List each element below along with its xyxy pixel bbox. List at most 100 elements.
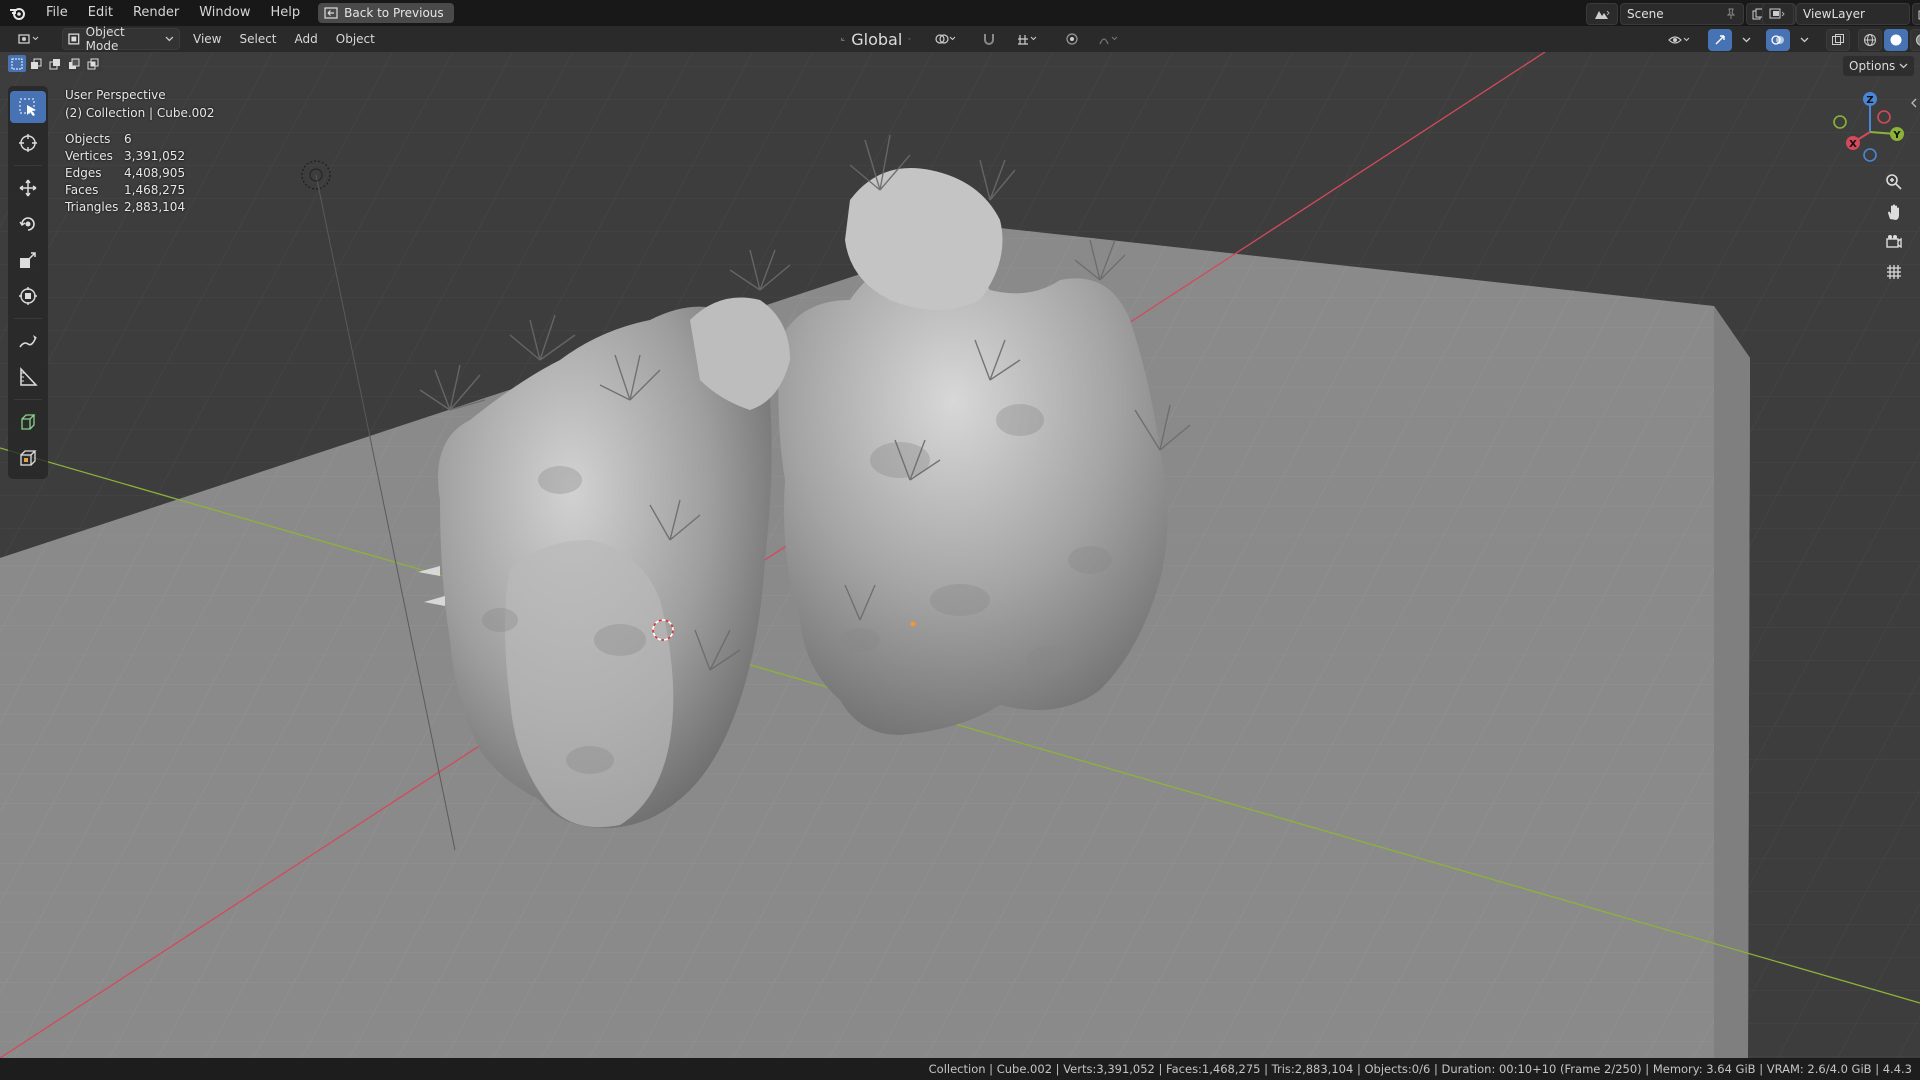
select-extend-icon [31, 58, 42, 69]
pan-button[interactable] [1880, 200, 1908, 224]
menu-render[interactable]: Render [123, 0, 189, 26]
chevron-down-icon [1800, 37, 1808, 43]
menu-file[interactable]: File [36, 0, 78, 26]
select-subtract-button[interactable] [46, 55, 64, 72]
visibility-dropdown[interactable] [1660, 30, 1700, 50]
zoom-button[interactable] [1880, 170, 1908, 194]
view-navigation-buttons [1880, 170, 1908, 284]
back-label: Back to Previous [344, 6, 444, 20]
gizmo-icon [1715, 35, 1725, 45]
shading-material-button[interactable] [1910, 29, 1920, 51]
menu-view[interactable]: View [184, 32, 230, 46]
collection-label: (2) Collection | Cube.002 [65, 106, 215, 120]
scene-name-field[interactable]: Scene [1620, 3, 1744, 25]
new-viewlayer-button[interactable] [1912, 3, 1920, 25]
menu-edit[interactable]: Edit [78, 0, 123, 26]
tool-shelf [8, 86, 48, 479]
scene-name: Scene [1627, 7, 1664, 21]
ortho-toggle-button[interactable] [1880, 260, 1908, 284]
select-new-icon [11, 58, 23, 69]
stat-value: 1,468,275 [124, 183, 186, 197]
sidebar-toggle[interactable] [1910, 93, 1918, 112]
snap-icon [984, 34, 994, 45]
cursor-icon [19, 134, 37, 152]
add-object-tool[interactable] [10, 442, 46, 474]
proportional-edit-toggle[interactable] [1056, 29, 1088, 49]
rotate-tool[interactable] [10, 208, 46, 240]
gizmo-dropdown[interactable] [1734, 30, 1758, 50]
scene-browse-button[interactable] [1586, 3, 1618, 25]
3d-viewport[interactable] [0, 52, 1920, 1058]
overlay-dropdown[interactable] [1792, 30, 1816, 50]
shading-solid-icon [1890, 34, 1902, 46]
proportional-falloff-dropdown[interactable] [1090, 29, 1128, 49]
measure-tool[interactable] [10, 361, 46, 393]
viewlayer-name-field[interactable]: ViewLayer [1796, 3, 1910, 25]
viewport-scene [0, 52, 1920, 1058]
select-extend-button[interactable] [27, 55, 45, 72]
hand-icon [1888, 204, 1899, 220]
transform-icon [19, 287, 37, 305]
menu-window[interactable]: Window [189, 0, 260, 26]
object-mode-dropdown[interactable]: Object Mode [62, 25, 180, 53]
annotate-tool[interactable] [10, 325, 46, 357]
shading-solid-button[interactable] [1884, 29, 1908, 51]
stat-value: 3,391,052 [124, 149, 186, 163]
pivot-point-dropdown[interactable] [926, 29, 966, 49]
shading-wireframe-button[interactable] [1858, 29, 1882, 51]
xray-toggle[interactable] [1826, 29, 1850, 51]
stat-value: 6 [124, 132, 132, 146]
chevron-down-icon [165, 36, 174, 42]
camera-view-button[interactable] [1880, 230, 1908, 254]
rotate-icon [19, 217, 35, 231]
cursor-tool[interactable] [10, 127, 46, 159]
move-tool[interactable] [10, 172, 46, 204]
select-new-button[interactable] [8, 55, 26, 72]
editor-type-icon [18, 34, 39, 44]
viewport-info: User Perspective (2) Collection | Cube.0… [65, 86, 215, 122]
back-icon [324, 7, 338, 19]
visibility-icon [1668, 36, 1690, 44]
snap-toggle[interactable] [972, 29, 1006, 49]
svg-text:Y: Y [1892, 130, 1901, 141]
back-to-previous-button[interactable]: Back to Previous [318, 3, 454, 23]
select-box-tool[interactable] [10, 91, 46, 123]
shading-material-icon [1916, 34, 1920, 46]
stat-value: 4,408,905 [124, 166, 186, 180]
orientation-icon [841, 37, 845, 41]
viewlayer-selector: ViewLayer [1760, 3, 1920, 25]
transform-tool[interactable] [10, 280, 46, 312]
menu-object[interactable]: Object [327, 32, 384, 46]
chevron-down-icon [908, 38, 911, 40]
object-mode-label: Object Mode [85, 25, 125, 53]
select-intersect-icon [87, 58, 99, 69]
menu-help[interactable]: Help [261, 0, 311, 26]
top-bar: File Edit Render Window Help Back to Pre… [0, 0, 1920, 26]
select-intersect-button[interactable] [84, 55, 102, 72]
orientation-label: Global [851, 29, 903, 49]
chevron-left-icon [1911, 98, 1917, 108]
select-subtract-icon [49, 58, 60, 69]
menu-add[interactable]: Add [286, 32, 327, 46]
gizmo-toggle[interactable] [1708, 29, 1732, 51]
scale-tool[interactable] [10, 244, 46, 276]
viewlayer-browse-button[interactable] [1762, 3, 1794, 25]
selection-mode-buttons [8, 55, 102, 72]
transform-orientation-dropdown[interactable]: Global [836, 29, 916, 49]
options-dropdown[interactable]: Options [1842, 55, 1916, 77]
select-box-icon [19, 98, 36, 116]
editor-type-button[interactable] [10, 29, 48, 49]
grid-icon [1887, 265, 1901, 279]
snap-target-dropdown[interactable] [1008, 29, 1048, 49]
pin-icon[interactable] [1725, 8, 1737, 20]
select-invert-button[interactable] [65, 55, 83, 72]
move-icon [19, 179, 37, 197]
add-cube-tool[interactable] [10, 406, 46, 438]
camera-icon [1886, 235, 1902, 249]
overlay-toggle[interactable] [1766, 29, 1790, 51]
falloff-icon [1099, 36, 1118, 45]
blender-logo[interactable] [0, 5, 36, 21]
xray-icon [1832, 34, 1844, 45]
menu-select[interactable]: Select [230, 32, 285, 46]
navigation-gizmo[interactable]: Z Y X [1818, 88, 1914, 170]
